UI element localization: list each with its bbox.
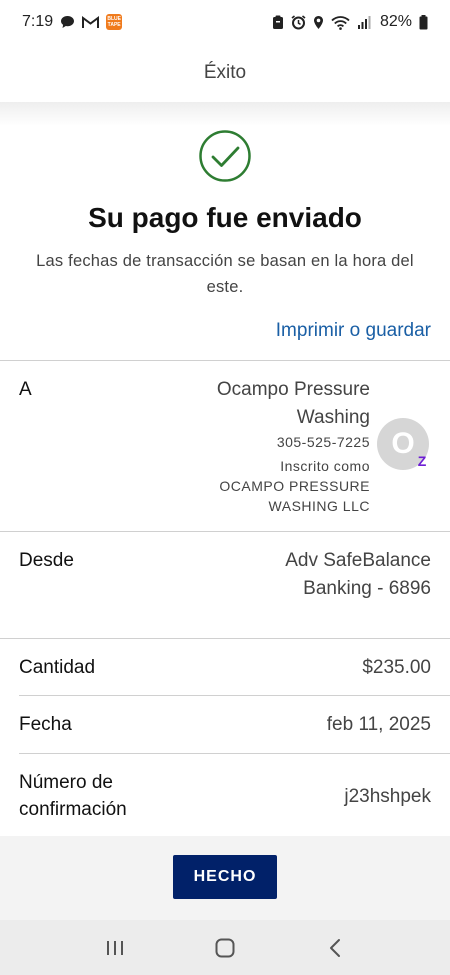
enrolled-as-label: Inscrito como [280, 458, 370, 474]
to-label: A [19, 379, 32, 400]
from-account-line1: Adv SafeBalance [285, 550, 431, 571]
divider [0, 531, 450, 532]
success-check-icon [198, 129, 252, 183]
status-left: 7:19 BLUE TAPE [22, 13, 123, 31]
recent-apps-icon[interactable] [95, 928, 135, 968]
chat-icon [60, 15, 75, 29]
amount-value: $235.00 [362, 657, 431, 678]
signal-icon [357, 15, 371, 29]
success-subtitle: Las fechas de transacción se basan en la… [36, 252, 414, 296]
print-or-save-link[interactable]: Imprimir o guardar [276, 320, 431, 342]
recipient-name-line2: Washing [296, 407, 370, 428]
app-badge-icon: BLUE TAPE [106, 14, 123, 30]
divider [0, 360, 450, 361]
avatar-initial: O [391, 427, 415, 460]
gmail-icon [82, 15, 100, 29]
confirmation-label: Número de confirmación [19, 769, 127, 823]
screen: 7:19 BLUE TAPE 82% Éxito Su pago fue env… [0, 0, 450, 975]
confirmation-number: j23hshpek [344, 786, 431, 807]
page-title: Éxito [203, 62, 247, 83]
date-label: Fecha [19, 714, 72, 735]
alarm-icon [291, 14, 306, 30]
done-button[interactable]: HECHO [173, 855, 277, 899]
home-icon[interactable] [205, 928, 245, 968]
status-time: 7:19 [22, 13, 54, 30]
zelle-badge-icon: Z [417, 453, 427, 469]
page-header: Éxito [0, 44, 450, 102]
battery-icon [419, 14, 428, 30]
from-account-line2: Banking - 6896 [303, 578, 431, 599]
system-nav-bar [0, 920, 450, 975]
divider [19, 695, 450, 696]
location-icon [313, 15, 324, 30]
recipient-name-line1: Ocampo Pressure [216, 379, 370, 400]
back-icon[interactable] [315, 928, 355, 968]
clipboard-icon [272, 15, 284, 30]
success-title: Su pago fue enviado [88, 202, 362, 233]
amount-label: Cantidad [19, 657, 96, 678]
from-label: Desde [19, 550, 74, 571]
divider [0, 638, 450, 639]
confirmation-label-line2: confirmación [19, 799, 127, 820]
wifi-icon [331, 15, 350, 30]
confirmation-label-line1: Número de [19, 772, 113, 793]
date-value: feb 11, 2025 [326, 714, 431, 735]
status-bar: 7:19 BLUE TAPE 82% [0, 0, 450, 44]
recipient-name: Ocampo Pressure Washing [170, 376, 370, 432]
enrolled-name-line2: WASHING LLC [268, 498, 370, 514]
header-shadow [0, 102, 450, 126]
recipient-phone: 305-525-7225 [276, 434, 370, 450]
status-right: 82% [272, 13, 428, 31]
divider [19, 753, 450, 754]
enrolled-name-line1: OCAMPO PRESSURE [219, 478, 370, 494]
from-account: Adv SafeBalance Banking - 6896 [285, 547, 431, 603]
battery-level: 82% [379, 13, 412, 30]
